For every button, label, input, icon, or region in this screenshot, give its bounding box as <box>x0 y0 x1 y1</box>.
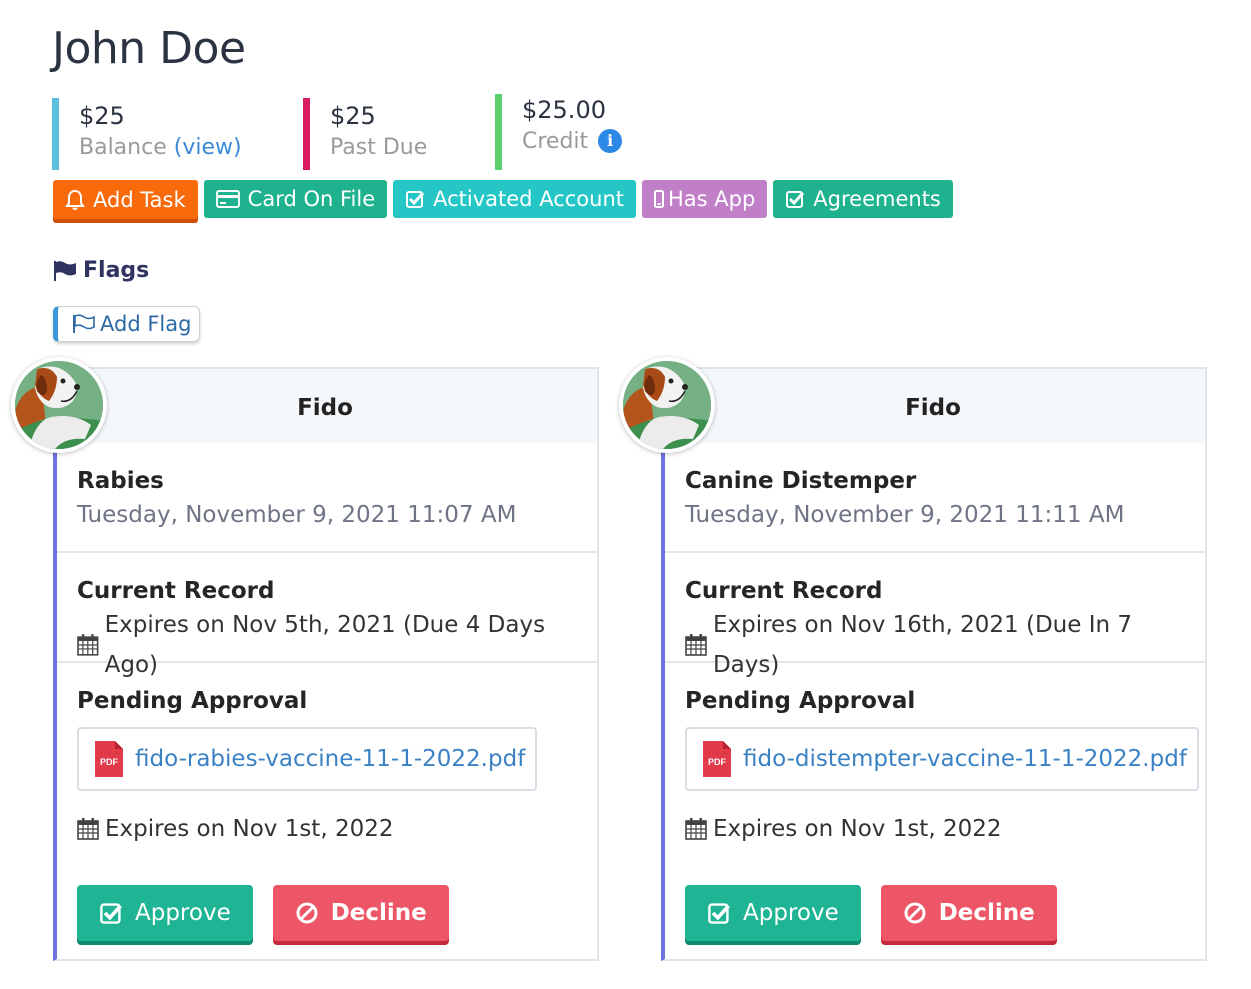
approve-button[interactable]: Approve <box>685 885 861 941</box>
current-record-section: Current Record Expires on Nov 5th, 2021 … <box>57 553 597 678</box>
decline-label: Decline <box>938 900 1035 926</box>
svg-text:PDF: PDF <box>708 757 727 767</box>
card-on-file-button[interactable]: Card On File <box>203 180 388 218</box>
approve-label: Approve <box>135 900 231 926</box>
add-flag-label: Add Flag <box>100 312 192 336</box>
current-record-heading: Current Record <box>685 578 883 604</box>
has-app-label: Has App <box>667 187 756 211</box>
submitted-date: Tuesday, November 9, 2021 11:07 AM <box>77 502 517 528</box>
flags-heading-text: Flags <box>83 258 150 283</box>
vaccine-name: Canine Distemper <box>685 468 917 494</box>
svg-text:PDF: PDF <box>100 757 119 767</box>
credit-card-icon <box>215 190 240 208</box>
pet-avatar <box>11 357 107 453</box>
check-square-icon <box>708 903 730 924</box>
submitted-date: Tuesday, November 9, 2021 11:11 AM <box>685 502 1125 528</box>
vaccine-card: Fido Rabies Tuesday, November 9, 2021 11… <box>11 357 599 961</box>
balance-stat: $25 Balance (view) <box>52 98 242 170</box>
decline-button[interactable]: Decline <box>880 885 1057 941</box>
calendar-icon <box>77 818 99 840</box>
pending-approval-section: Pending Approval PDF fido-distempter-vac… <box>665 663 1205 959</box>
card-header: Fido <box>661 369 1205 443</box>
pending-approval-heading: Pending Approval <box>77 688 308 714</box>
pdf-file-icon: PDF <box>703 741 731 777</box>
calendar-icon <box>77 634 99 656</box>
has-app-button[interactable]: Has App <box>641 180 768 218</box>
activated-account-label: Activated Account <box>433 187 624 211</box>
past-due-label: Past Due <box>330 135 428 160</box>
ban-icon <box>296 902 318 924</box>
pet-avatar <box>619 357 715 453</box>
pdf-file-name: fido-rabies-vaccine-11-1-2022.pdf <box>135 746 526 772</box>
pdf-file-link[interactable]: PDF fido-distempter-vaccine-11-1-2022.pd… <box>685 727 1199 791</box>
calendar-icon <box>685 818 707 840</box>
add-task-button[interactable]: Add Task <box>53 180 198 219</box>
vaccine-card: Fido Canine Distemper Tuesday, November … <box>619 357 1207 961</box>
bell-icon <box>65 189 85 210</box>
pending-approval-section: Pending Approval PDF fido-rabies-vaccine… <box>57 663 597 959</box>
pet-name: Fido <box>297 395 353 421</box>
card-header: Fido <box>53 369 597 443</box>
vaccine-section: Rabies Tuesday, November 9, 2021 11:07 A… <box>57 443 597 553</box>
check-square-icon <box>100 903 122 924</box>
account-tags: Add Task Card On File Activated Account … <box>53 180 953 219</box>
decline-button[interactable]: Decline <box>272 885 449 941</box>
current-record-section: Current Record Expires on Nov 16th, 2021… <box>665 553 1205 678</box>
credit-stat: $25.00 Credit i <box>495 94 623 170</box>
decline-label: Decline <box>330 900 427 926</box>
balance-amount: $25 <box>79 102 125 130</box>
ban-icon <box>904 902 926 924</box>
vaccine-section: Canine Distemper Tuesday, November 9, 20… <box>665 443 1205 553</box>
info-circle-icon[interactable]: i <box>598 129 623 153</box>
check-square-icon <box>406 191 425 208</box>
calendar-icon <box>685 634 707 656</box>
add-flag-button[interactable]: Add Flag <box>53 306 200 342</box>
balance-view-link[interactable]: (view) <box>174 135 242 160</box>
mobile-icon <box>653 190 664 208</box>
pending-expiry: Expires on Nov 1st, 2022 <box>713 816 1002 842</box>
activated-account-button[interactable]: Activated Account <box>393 180 636 218</box>
agreements-button[interactable]: Agreements <box>773 180 953 218</box>
current-record-heading: Current Record <box>77 578 275 604</box>
pdf-file-link[interactable]: PDF fido-rabies-vaccine-11-1-2022.pdf <box>77 727 538 791</box>
pending-approval-heading: Pending Approval <box>685 688 916 714</box>
card-on-file-label: Card On File <box>247 187 376 211</box>
credit-amount: $25.00 <box>522 96 606 124</box>
pdf-file-name: fido-distempter-vaccine-11-1-2022.pdf <box>743 746 1187 772</box>
approve-label: Approve <box>743 900 839 926</box>
past-due-amount: $25 <box>330 102 376 130</box>
credit-label: Credit <box>522 129 589 154</box>
pending-expiry: Expires on Nov 1st, 2022 <box>105 816 394 842</box>
pet-name: Fido <box>905 395 961 421</box>
add-task-label: Add Task <box>93 187 186 212</box>
vaccine-name: Rabies <box>77 468 164 494</box>
flag-outline-icon <box>73 314 95 333</box>
approve-button[interactable]: Approve <box>77 885 253 941</box>
pdf-file-icon: PDF <box>95 741 123 777</box>
past-due-stat: $25 Past Due <box>303 98 427 170</box>
customer-name: John Doe <box>52 23 246 74</box>
flag-icon <box>54 260 76 281</box>
flags-heading: Flags <box>53 258 149 283</box>
balance-label: Balance <box>79 135 167 160</box>
check-square-icon <box>786 191 805 208</box>
agreements-label: Agreements <box>813 187 941 211</box>
